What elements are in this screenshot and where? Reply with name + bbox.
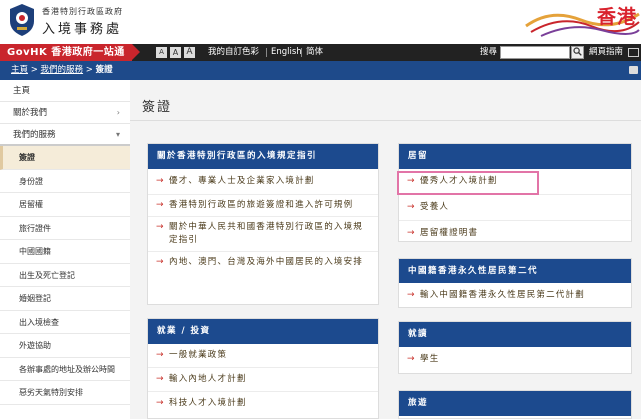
breadcrumb-bar: 主頁 > 我們的服務 > 簽證 <box>0 61 641 80</box>
mail-icon[interactable] <box>628 48 639 57</box>
arrow-right-icon: → <box>156 222 165 232</box>
font-small-button[interactable]: A <box>156 47 167 58</box>
link-label: 輸入中國籍香港永久性居民第二代計劃 <box>420 290 585 300</box>
link-label: 受養人 <box>420 202 450 212</box>
divider <box>266 48 267 57</box>
link-label: 一般就業政策 <box>169 350 228 360</box>
card-header: 中國籍香港永久性居民第二代 <box>399 259 631 283</box>
sidebar-item-about[interactable]: 關於我們 › <box>0 102 130 124</box>
breadcrumb-home[interactable]: 主頁 <box>11 65 28 75</box>
magnifier-icon <box>573 47 582 56</box>
sidebar-item-right-of-abode[interactable]: 居留權 <box>0 193 130 217</box>
link-label: 優才、專業人士及企業家入境計劃 <box>169 176 315 186</box>
link-label: 科技人才入境計劃 <box>169 398 247 408</box>
chevron-down-icon: ▾ <box>115 130 120 139</box>
link-general-employment[interactable]: → 一般就業政策 <box>148 344 378 368</box>
link-dependants[interactable]: → 受養人 <box>399 195 631 221</box>
govhk-bar: GovHK 香港政府一站通 A A A 我的自訂色彩 English 简体 搜尋… <box>0 44 641 61</box>
sidebar-item-marriage[interactable]: 婚姻登記 <box>0 287 130 311</box>
brand-hk-text: 香港 <box>596 6 637 28</box>
divider <box>301 48 302 57</box>
sidebar-item-label: 我們的服務 <box>13 130 56 140</box>
link-visit-visa-rules[interactable]: → 香港特別行政區的旅遊簽證和進入許可規例 <box>148 195 378 217</box>
sidebar-item-identity-card[interactable]: 身份證 <box>0 169 130 193</box>
link-label: 香港特別行政區的旅遊簽證和進入許可規例 <box>169 200 354 210</box>
print-icon[interactable] <box>629 66 638 74</box>
link-students[interactable]: → 學生 <box>399 347 631 372</box>
arrow-right-icon: → <box>156 176 165 186</box>
arrow-right-icon: → <box>407 290 416 300</box>
card-travel: 旅遊 <box>398 390 632 419</box>
simplified-chinese-link[interactable]: 简体 <box>306 44 323 61</box>
breadcrumb: 主頁 > 我們的服務 > 簽證 <box>11 61 113 80</box>
department-title[interactable]: 香港特別行政區政府 入境事務處 <box>42 6 123 37</box>
link-mainland-talents[interactable]: → 輸入內地人才計劃 <box>148 368 378 392</box>
link-entry-guide[interactable]: → 關於中華人民共和國香港特別行政區的入境規定指引 <box>148 217 378 252</box>
sidebar-item-visa[interactable]: 簽證 <box>0 146 130 170</box>
link-label: 內地、澳門、台灣及海外中國居民的入境安排 <box>169 257 364 267</box>
sidebar: 主頁 關於我們 › 我們的服務 ▾ 簽證 身份證 居留權 旅行證件 中國國籍 出… <box>0 80 130 419</box>
card-header: 旅遊 <box>399 391 631 416</box>
arrow-right-icon: → <box>156 257 165 267</box>
sidebar-item-immigration-control[interactable]: 出入境檢查 <box>0 310 130 334</box>
link-right-of-abode-cert[interactable]: → 居留權證明書 <box>399 221 631 246</box>
card-second-generation: 中國籍香港永久性居民第二代 → 輸入中國籍香港永久性居民第二代計劃 <box>398 258 632 308</box>
sidebar-item-travel-documents[interactable]: 旅行證件 <box>0 216 130 240</box>
sidebar-item-office-addresses[interactable]: 各辦事處的地址及辦公時間 <box>0 357 130 381</box>
sidebar-item-chinese-nationality[interactable]: 中國國籍 <box>0 240 130 264</box>
card-header: 關於香港特別行政區的入境規定指引 <box>148 144 378 169</box>
link-technology-talent[interactable]: → 科技人才入境計劃 <box>148 392 378 415</box>
arrow-right-icon: → <box>407 202 416 212</box>
divider <box>130 120 641 121</box>
page-title: 簽證 <box>142 100 173 115</box>
arrow-right-icon: → <box>156 350 165 360</box>
font-size-controls: A A A <box>156 47 195 58</box>
search-input[interactable] <box>500 46 570 59</box>
link-talent-scheme[interactable]: → 優才、專業人士及企業家入境計劃 <box>148 169 378 195</box>
card-employment: 就業 / 投資 → 一般就業政策 → 輸入內地人才計劃 → 科技人才入境計劃 <box>147 318 379 419</box>
card-study: 就讀 → 學生 <box>398 321 632 374</box>
font-large-button[interactable]: A <box>184 47 195 58</box>
sidebar-item-label: 主頁 <box>13 86 31 96</box>
card-entry-guide: 關於香港特別行政區的入境規定指引 → 優才、專業人士及企業家入境計劃 → 香港特… <box>147 143 379 305</box>
sidebar-item-services[interactable]: 我們的服務 ▾ <box>0 124 130 146</box>
sidebar-item-assistance[interactable]: 外遊協助 <box>0 334 130 358</box>
brand-hk-logo: 香港 <box>521 0 641 44</box>
font-medium-button[interactable]: A <box>170 47 181 58</box>
arrow-right-icon: → <box>407 228 416 238</box>
link-second-generation-scheme[interactable]: → 輸入中國籍香港永久性居民第二代計劃 <box>399 283 631 308</box>
search-label: 搜尋 <box>480 47 498 57</box>
department-name: 入境事務處 <box>42 22 123 37</box>
search-button[interactable] <box>571 46 584 59</box>
link-label: 關於中華人民共和國香港特別行政區的入境規定指引 <box>169 222 364 245</box>
breadcrumb-separator: > <box>83 65 96 75</box>
highlight-box <box>397 171 539 195</box>
department-subtitle: 香港特別行政區政府 <box>42 7 123 16</box>
govhk-link[interactable]: GovHK 香港政府一站通 <box>0 44 140 61</box>
arrow-right-icon: → <box>407 354 416 364</box>
link-mainland-arrangements[interactable]: → 內地、澳門、台灣及海外中國居民的入境安排 <box>148 252 378 273</box>
sidebar-item-birth-death[interactable]: 出生及死亡登記 <box>0 263 130 287</box>
link-label: 學生 <box>420 354 440 364</box>
link-label: 輸入內地人才計劃 <box>169 374 247 384</box>
site-header: 香港特別行政區政府 入境事務處 香港 <box>0 0 641 44</box>
arrow-right-icon: → <box>156 374 165 384</box>
sidebar-item-home[interactable]: 主頁 <box>0 80 130 102</box>
english-link[interactable]: English <box>271 44 302 61</box>
breadcrumb-current: 簽證 <box>95 65 113 75</box>
card-header: 就業 / 投資 <box>148 319 378 344</box>
arrow-right-icon: → <box>156 200 165 210</box>
breadcrumb-services[interactable]: 我們的服務 <box>41 65 84 75</box>
sidebar-item-weather-arrangements[interactable]: 惡劣天氣特別安排 <box>0 381 130 405</box>
arrow-right-icon: → <box>156 398 165 408</box>
color-settings-link[interactable]: 我的自訂色彩 <box>208 44 259 61</box>
sitemap-link[interactable]: 網頁指南 <box>589 44 623 61</box>
sidebar-item-label: 關於我們 <box>13 108 48 118</box>
card-header: 居留 <box>399 144 631 169</box>
card-header: 就讀 <box>399 322 631 347</box>
breadcrumb-separator: > <box>28 65 41 75</box>
hk-emblem-icon[interactable] <box>8 3 36 37</box>
link-label: 居留權證明書 <box>420 228 479 238</box>
chevron-right-icon: › <box>116 108 120 117</box>
